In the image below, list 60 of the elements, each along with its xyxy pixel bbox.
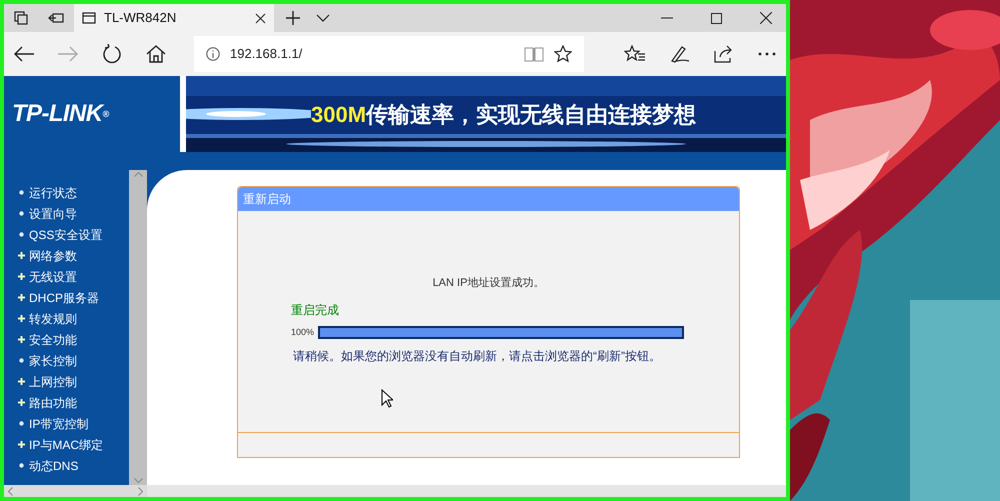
- plus-icon: [18, 336, 25, 343]
- sidebar-item[interactable]: IP带宽控制: [29, 414, 88, 432]
- page-icon: [82, 12, 96, 24]
- plus-icon: [18, 273, 25, 280]
- sidebar-item[interactable]: 动态DNS: [29, 456, 78, 474]
- sidebar-item[interactable]: 路由功能: [29, 394, 77, 412]
- sidebar-item[interactable]: 上网控制: [29, 372, 77, 390]
- bullet-icon: [19, 190, 24, 195]
- success-message: LAN IP地址设置成功。: [432, 276, 546, 291]
- bullet-icon: [19, 358, 24, 363]
- chevron-down-icon[interactable]: [316, 14, 330, 22]
- logo: TP-LINK$^{®}$: [12, 99, 108, 129]
- instruction-text: 请稍候。如果您的浏览器没有自动刷新，请点击浏览器的“刷新”按钮。: [293, 348, 662, 365]
- bullet-icon: [19, 463, 24, 468]
- book-icon[interactable]: [524, 46, 544, 62]
- scroll-right-icon[interactable]: [138, 486, 143, 496]
- tabs-aside-icon[interactable]: [14, 11, 28, 25]
- cursor-icon: [381, 389, 393, 408]
- minimize-icon[interactable]: [661, 17, 673, 19]
- plus-icon: [18, 399, 25, 406]
- plus-icon: [18, 294, 25, 301]
- tab-preview-icon[interactable]: [48, 12, 64, 24]
- plus-icon: [18, 315, 25, 322]
- plus-icon: [18, 441, 25, 448]
- sidebar-item[interactable]: 家长控制: [29, 352, 77, 370]
- more-icon[interactable]: [758, 52, 776, 56]
- close-icon[interactable]: [760, 12, 772, 24]
- favorites-icon[interactable]: [624, 45, 646, 63]
- sidebar-item[interactable]: 无线设置: [29, 268, 77, 286]
- close-tab-icon[interactable]: [255, 12, 266, 24]
- sidebar-item[interactable]: 转发规则: [29, 310, 77, 328]
- sidebar-item[interactable]: QSS安全设置: [29, 226, 102, 244]
- back-icon[interactable]: [14, 46, 34, 62]
- url-text: 192.168.1.1/: [230, 45, 304, 64]
- bullet-icon: [19, 211, 24, 216]
- sidebar-item[interactable]: 运行状态: [29, 184, 77, 202]
- sidebar-item[interactable]: 安全功能: [29, 330, 77, 348]
- bullet-icon: [19, 232, 24, 237]
- address-bar[interactable]: 192.168.1.1/: [194, 36, 584, 72]
- maximize-icon[interactable]: [711, 12, 722, 24]
- plus-icon: [18, 252, 25, 259]
- sidebar-item[interactable]: DHCP服务器: [29, 288, 100, 306]
- new-tab-icon[interactable]: [286, 11, 300, 25]
- panel-title: 重新启动: [243, 191, 291, 208]
- sidebar-item[interactable]: 设置向导: [29, 204, 77, 222]
- plus-icon: [18, 378, 25, 385]
- status-text: 重启完成: [291, 302, 340, 318]
- info-icon: [206, 47, 220, 61]
- sidebar-item[interactable]: 网络参数: [29, 246, 77, 264]
- tab-title: TL-WR842N: [104, 9, 178, 28]
- refresh-icon[interactable]: [102, 44, 122, 64]
- browser-tab[interactable]: TL-WR842N: [74, 4, 274, 32]
- pen-icon[interactable]: [670, 45, 690, 63]
- scroll-left-icon[interactable]: [8, 486, 13, 496]
- sidebar-item[interactable]: IP与MAC绑定: [29, 436, 104, 454]
- star-icon[interactable]: [554, 45, 572, 63]
- bullet-icon: [19, 421, 24, 426]
- progress-reading: 100%: [291, 326, 314, 338]
- share-icon[interactable]: [714, 45, 734, 63]
- home-icon[interactable]: [146, 45, 166, 63]
